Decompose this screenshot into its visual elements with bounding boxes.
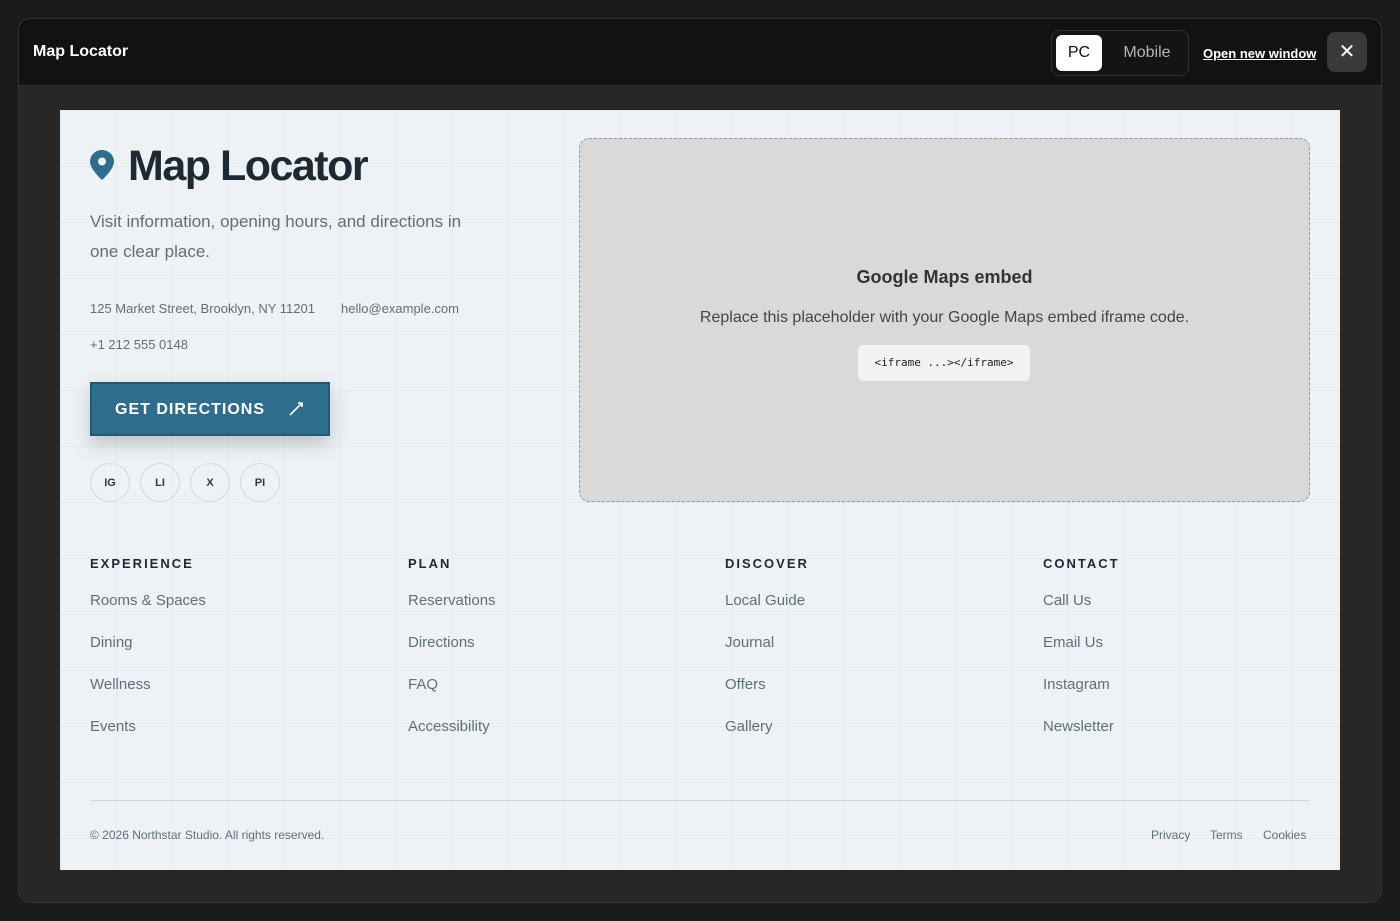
- page-title: Map Locator: [128, 142, 369, 190]
- copyright-text: © 2026 Northstar Studio. All rights rese…: [90, 828, 325, 842]
- cookies-link[interactable]: Cookies: [1263, 828, 1306, 842]
- phone-link[interactable]: +1 212 555 0148: [90, 337, 188, 352]
- tagline: Visit information, opening hours, and di…: [90, 212, 462, 261]
- footer-heading: EXPERIENCE: [90, 556, 194, 571]
- footer-link[interactable]: Dining: [90, 633, 206, 675]
- map-pin-icon: [90, 150, 114, 180]
- map-embed-title: Google Maps embed: [856, 267, 1033, 287]
- social-x-button[interactable]: X: [190, 463, 230, 502]
- footer-link[interactable]: Gallery: [725, 717, 809, 759]
- terms-link[interactable]: Terms: [1210, 828, 1243, 842]
- close-button[interactable]: ✕: [1327, 32, 1367, 72]
- footer-divider: [90, 800, 1310, 801]
- footer-column-contact: CONTACT Call Us Email Us Instagram Newsl…: [1043, 556, 1120, 759]
- footer-link[interactable]: FAQ: [408, 675, 496, 717]
- get-directions-button[interactable]: GET DIRECTIONS: [90, 382, 330, 436]
- footer-heading: CONTACT: [1043, 556, 1120, 571]
- footer-link[interactable]: Offers: [725, 675, 809, 717]
- view-mobile-button[interactable]: Mobile: [1108, 35, 1186, 71]
- close-icon: ✕: [1338, 41, 1356, 63]
- footer-link[interactable]: Local Guide: [725, 591, 809, 633]
- footer-column-experience: EXPERIENCE Rooms & Spaces Dining Wellnes…: [90, 556, 206, 759]
- social-pinterest-button[interactable]: PI: [240, 463, 280, 502]
- footer-link[interactable]: Events: [90, 717, 206, 759]
- preview-modal: Map Locator PC Mobile Open new window ✕ …: [18, 18, 1382, 903]
- map-embed-code: <iframe ...></iframe>: [858, 345, 1030, 381]
- footer-link[interactable]: Reservations: [408, 591, 496, 633]
- modal-title: Map Locator: [33, 43, 129, 60]
- footer-link[interactable]: Accessibility: [408, 717, 496, 759]
- social-instagram-button[interactable]: IG: [90, 463, 130, 502]
- footer-heading: DISCOVER: [725, 556, 809, 571]
- get-directions-label: GET DIRECTIONS: [115, 401, 266, 418]
- modal-header: Map Locator PC Mobile Open new window ✕: [19, 19, 1381, 86]
- map-embed-placeholder: Google Maps embed Replace this placehold…: [579, 138, 1310, 502]
- footer-link[interactable]: Journal: [725, 633, 809, 675]
- footer-column-plan: PLAN Reservations Directions FAQ Accessi…: [408, 556, 496, 759]
- privacy-link[interactable]: Privacy: [1151, 828, 1190, 842]
- social-linkedin-button[interactable]: LI: [140, 463, 180, 502]
- footer-link[interactable]: Directions: [408, 633, 496, 675]
- footer-link[interactable]: Wellness: [90, 675, 206, 717]
- footer-link[interactable]: Instagram: [1043, 675, 1120, 717]
- view-toggle: PC Mobile: [1051, 30, 1189, 76]
- footer-link[interactable]: Newsletter: [1043, 717, 1120, 759]
- view-pc-button[interactable]: PC: [1056, 35, 1102, 71]
- arrow-diagonal-icon: [289, 402, 303, 416]
- open-new-window-link[interactable]: Open new window: [1203, 46, 1316, 61]
- footer-link[interactable]: Email Us: [1043, 633, 1120, 675]
- footer-column-discover: DISCOVER Local Guide Journal Offers Gall…: [725, 556, 809, 759]
- map-embed-description: Replace this placeholder with your Googl…: [699, 309, 1190, 326]
- address-text: 125 Market Street, Brooklyn, NY 11201: [90, 301, 315, 316]
- footer-heading: PLAN: [408, 556, 452, 571]
- footer-link[interactable]: Call Us: [1043, 591, 1120, 633]
- preview-page: Map Locator Visit information, opening h…: [60, 110, 1340, 870]
- footer-link[interactable]: Rooms & Spaces: [90, 591, 206, 633]
- email-link[interactable]: hello@example.com: [341, 301, 459, 316]
